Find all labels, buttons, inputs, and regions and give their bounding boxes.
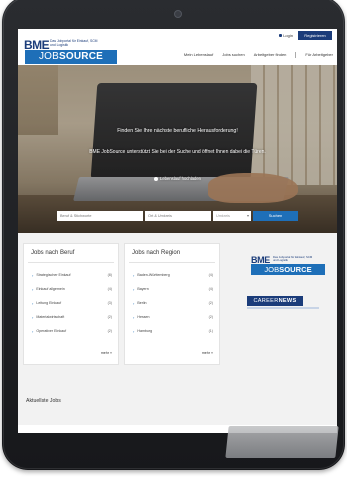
latest-jobs-heading: Aktuellste Jobs bbox=[26, 398, 61, 404]
chevron-right-icon: › bbox=[133, 328, 135, 334]
list-item[interactable]: › Berlin (2) bbox=[133, 296, 213, 310]
list-item-count: (4) bbox=[208, 273, 213, 277]
job-search-bar: Umkreis Suchen bbox=[57, 211, 298, 221]
lock-icon bbox=[279, 34, 283, 37]
more-professions-link[interactable]: mehr » bbox=[101, 351, 112, 355]
bme-logo-subtitle: Das Jobportal für Einkauf, SCM und Logis… bbox=[273, 255, 313, 263]
career-news-suffix: NEWS bbox=[278, 298, 297, 304]
jobsource-prefix: JOB bbox=[38, 51, 60, 62]
card-divider bbox=[28, 262, 114, 263]
main-nav: Mein Lebenslauf Jobs suchen Arbeitgeber … bbox=[184, 52, 333, 58]
list-item-count: (2) bbox=[107, 329, 112, 333]
nav-divider bbox=[295, 52, 297, 58]
chevron-right-icon: › bbox=[32, 272, 34, 278]
list-item[interactable]: › Baden-Württemberg (4) bbox=[133, 268, 213, 282]
jobsource-suffix: SOURCE bbox=[279, 265, 312, 274]
chevron-right-icon: › bbox=[133, 314, 135, 320]
more-regions-link[interactable]: mehr » bbox=[202, 351, 213, 355]
nav-item-search-jobs[interactable]: Jobs suchen bbox=[222, 52, 244, 58]
tablet-reflection bbox=[225, 426, 339, 458]
list-item-count: (1) bbox=[208, 329, 213, 333]
profession-list: › Strategischer Einkauf (8) › Einkauf allge… bbox=[32, 268, 112, 338]
list-item-label: Operativer Einkauf bbox=[36, 329, 67, 333]
chevron-right-icon: › bbox=[32, 314, 34, 320]
chevron-right-icon: › bbox=[133, 300, 135, 306]
list-item-count: (4) bbox=[208, 287, 213, 291]
list-item[interactable]: › Operativer Einkauf (2) bbox=[32, 324, 112, 338]
hero-section: Finden Sie Ihre nächste berufliche Herau… bbox=[18, 65, 337, 233]
list-item[interactable]: › Bayern (4) bbox=[133, 282, 213, 296]
list-item-label: Einkauf allgemein bbox=[36, 287, 65, 291]
person-icon bbox=[154, 176, 158, 181]
career-news-banner[interactable]: CAREERNEWS bbox=[247, 296, 303, 306]
upload-cv-link[interactable]: Lebenslauf hochladen bbox=[18, 176, 337, 181]
keyword-input[interactable] bbox=[57, 211, 143, 221]
list-item[interactable]: › Einkauf allgemein (4) bbox=[32, 282, 112, 296]
chevron-right-icon: › bbox=[133, 286, 135, 292]
camera-icon bbox=[174, 10, 182, 18]
career-news-prefix: CAREER bbox=[253, 298, 279, 304]
jobs-by-region-card: Jobs nach Region › Baden-Württemberg (4) ›… bbox=[124, 243, 220, 365]
search-button[interactable]: Suchen bbox=[253, 211, 298, 221]
jobs-by-profession-card: Jobs nach Beruf › Strategischer Einkauf (8… bbox=[23, 243, 119, 365]
register-button[interactable]: Registrieren bbox=[298, 31, 332, 40]
list-item-label: Materialwirtschaft bbox=[36, 315, 65, 319]
region-list: › Baden-Württemberg (4) › Bayern (4) › Berlin… bbox=[133, 268, 213, 338]
jobsource-logo: JOBSOURCE bbox=[251, 264, 325, 275]
hero-title: Finden Sie Ihre nächste berufliche Herau… bbox=[117, 128, 238, 134]
sidebar-logo[interactable]: BME Das Jobportal für Einkauf, SCM und L… bbox=[251, 255, 329, 277]
card-title: Jobs nach Beruf bbox=[31, 250, 75, 256]
list-item-label: Leitung Einkauf bbox=[36, 301, 62, 305]
nav-item-find-employers[interactable]: Arbeitgeber finden bbox=[254, 52, 287, 58]
hero-subtitle: BME JobSource unterstützt Sie bei der Su… bbox=[89, 149, 266, 155]
login-link[interactable]: Login bbox=[279, 33, 293, 38]
screen: BME Das Jobportal für Einkauf, SCM und L… bbox=[18, 29, 337, 433]
list-item-count: (2) bbox=[107, 315, 112, 319]
card-title: Jobs nach Region bbox=[132, 250, 181, 256]
list-item-count: (2) bbox=[208, 301, 213, 305]
list-item-count: (3) bbox=[107, 301, 112, 305]
location-input[interactable] bbox=[145, 211, 211, 221]
chevron-right-icon: › bbox=[32, 300, 34, 306]
list-item-count: (4) bbox=[107, 287, 112, 291]
list-item-label: Strategischer Einkauf bbox=[36, 273, 71, 277]
jobsource-prefix: JOB bbox=[264, 265, 280, 274]
nav-item-cv[interactable]: Mein Lebenslauf bbox=[184, 52, 213, 58]
chevron-right-icon: › bbox=[133, 272, 135, 278]
login-label: Login bbox=[283, 33, 293, 38]
radius-select[interactable]: Umkreis bbox=[213, 211, 251, 221]
chevron-right-icon: › bbox=[32, 286, 34, 292]
list-item-count: (8) bbox=[107, 273, 112, 277]
tablet-frame: BME Das Jobportal für Einkauf, SCM und L… bbox=[2, 0, 345, 470]
career-news-underline bbox=[247, 307, 319, 309]
list-item-label: Hessen bbox=[137, 315, 150, 319]
chevron-right-icon: › bbox=[32, 328, 34, 334]
jobsource-logo: JOBSOURCE bbox=[25, 50, 117, 64]
list-item-label: Baden-Württemberg bbox=[137, 273, 170, 277]
list-item-label: Berlin bbox=[137, 301, 147, 305]
upload-cv-label: Lebenslauf hochladen bbox=[160, 176, 201, 181]
list-item[interactable]: › Hamburg (1) bbox=[133, 324, 213, 338]
list-item[interactable]: › Strategischer Einkauf (8) bbox=[32, 268, 112, 282]
site-logo[interactable]: BME Das Jobportal für Einkauf, SCM und L… bbox=[24, 38, 119, 66]
list-item[interactable]: › Materialwirtschaft (2) bbox=[32, 310, 112, 324]
list-item[interactable]: › Leitung Einkauf (3) bbox=[32, 296, 112, 310]
bme-logo-subtitle: Das Jobportal für Einkauf, SCM und Logis… bbox=[50, 39, 98, 47]
main-content: Jobs nach Beruf › Strategischer Einkauf (8… bbox=[18, 233, 337, 433]
nav-item-for-employers[interactable]: Für Arbeitgeber bbox=[305, 52, 333, 58]
list-item[interactable]: › Hessen (2) bbox=[133, 310, 213, 324]
list-item-count: (2) bbox=[208, 315, 213, 319]
jobsource-suffix: SOURCE bbox=[59, 51, 104, 62]
card-divider bbox=[129, 262, 215, 263]
site-header: BME Das Jobportal für Einkauf, SCM und L… bbox=[18, 29, 337, 65]
list-item-label: Bayern bbox=[137, 287, 149, 291]
list-item-label: Hamburg bbox=[137, 329, 153, 333]
